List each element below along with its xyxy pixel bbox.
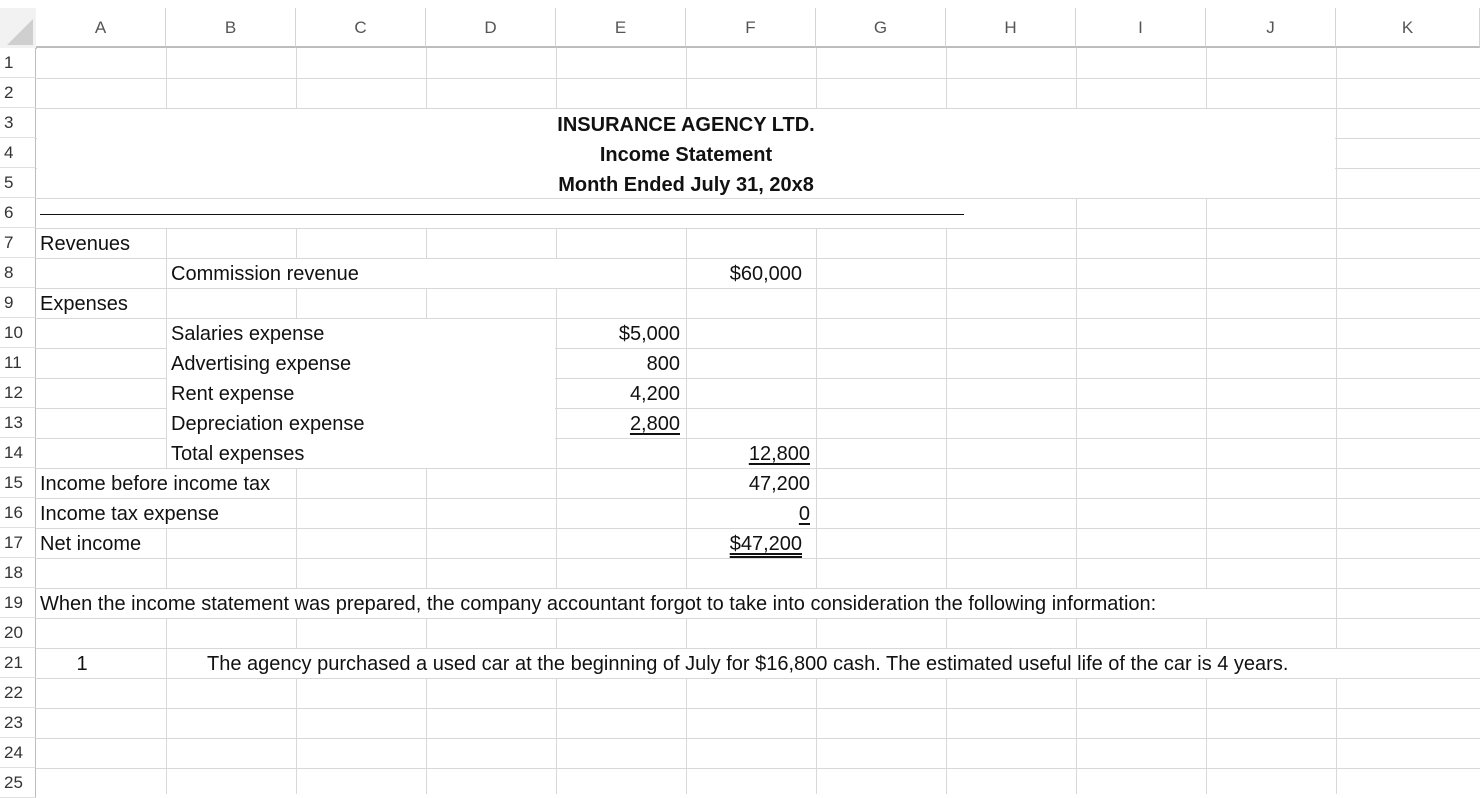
column-header-d[interactable]: D [426,8,556,48]
row-header-4[interactable]: 4 [0,138,36,168]
salaries-expense-value[interactable]: $5,000 [556,319,680,349]
row-header-17[interactable]: 17 [0,528,36,558]
net-income-amount: $47,200 [729,533,802,555]
row-header-21[interactable]: 21 [0,648,36,678]
column-header-h[interactable]: H [946,8,1076,48]
header-rule [40,214,964,215]
commission-revenue-label[interactable]: Commission revenue [171,259,359,289]
net-income-label[interactable]: Net income [40,529,141,559]
row-header-18[interactable]: 18 [0,558,36,588]
total-expenses-label[interactable]: Total expenses [171,439,304,469]
column-header-a[interactable]: A [36,8,166,48]
row-header-14[interactable]: 14 [0,438,36,468]
note-item-text[interactable]: The agency purchased a used car at the b… [207,649,1288,679]
rent-expense-value[interactable]: 4,200 [556,379,680,409]
spreadsheet-grid[interactable]: A B C D E F G H I J K 1 2 3 4 5 6 7 8 9 … [0,0,1480,798]
column-header-j[interactable]: J [1206,8,1336,48]
income-tax-expense-label[interactable]: Income tax expense [40,499,219,529]
row-header-3[interactable]: 3 [0,108,36,138]
row-header-2[interactable]: 2 [0,78,36,108]
column-header-b[interactable]: B [166,8,296,48]
depreciation-expense-label[interactable]: Depreciation expense [171,409,364,439]
select-all-corner[interactable] [0,8,37,49]
row-header-5[interactable]: 5 [0,168,36,198]
note-intro[interactable]: When the income statement was prepared, … [40,589,1156,619]
row-header-24[interactable]: 24 [0,738,36,768]
total-expenses-amount: 12,800 [748,443,810,465]
row-header-20[interactable]: 20 [0,618,36,648]
expenses-label[interactable]: Expenses [40,289,128,319]
row-header-11[interactable]: 11 [0,348,36,378]
row-header-7[interactable]: 7 [0,228,36,258]
row-header-8[interactable]: 8 [0,258,36,288]
depreciation-expense-value[interactable]: 2,800 [556,409,680,439]
depreciation-expense-amount: 2,800 [629,413,680,435]
period-title[interactable]: Month Ended July 31, 20x8 [36,170,1336,200]
row-header-1[interactable]: 1 [0,48,36,78]
row-header-22[interactable]: 22 [0,678,36,708]
commission-revenue-value[interactable]: $60,000 [686,259,802,289]
column-header-i[interactable]: I [1076,8,1206,48]
column-header-k[interactable]: K [1336,8,1480,48]
row-header-6[interactable]: 6 [0,198,36,228]
row-header-9[interactable]: 9 [0,288,36,318]
revenues-label[interactable]: Revenues [40,229,130,259]
total-expenses-value[interactable]: 12,800 [686,439,810,469]
row-header-16[interactable]: 16 [0,498,36,528]
column-header-f[interactable]: F [686,8,816,48]
advertising-expense-label[interactable]: Advertising expense [171,349,351,379]
rent-expense-label[interactable]: Rent expense [171,379,294,409]
statement-title[interactable]: Income Statement [36,140,1336,170]
row-header-12[interactable]: 12 [0,378,36,408]
net-income-value[interactable]: $47,200 [686,529,802,559]
company-title[interactable]: INSURANCE AGENCY LTD. [36,110,1336,140]
row-header-10[interactable]: 10 [0,318,36,348]
column-header-c[interactable]: C [296,8,426,48]
advertising-expense-value[interactable]: 800 [556,349,680,379]
income-before-tax-value[interactable]: 47,200 [686,469,810,499]
row-header-13[interactable]: 13 [0,408,36,438]
row-header-15[interactable]: 15 [0,468,36,498]
row-header-23[interactable]: 23 [0,708,36,738]
note-item-number[interactable]: 1 [36,649,128,679]
row-header-19[interactable]: 19 [0,588,36,618]
income-tax-expense-amount: 0 [798,503,810,525]
column-header-g[interactable]: G [816,8,946,48]
income-before-tax-label[interactable]: Income before income tax [40,469,270,499]
income-tax-expense-value[interactable]: 0 [686,499,810,529]
column-header-e[interactable]: E [556,8,686,48]
salaries-expense-label[interactable]: Salaries expense [171,319,324,349]
